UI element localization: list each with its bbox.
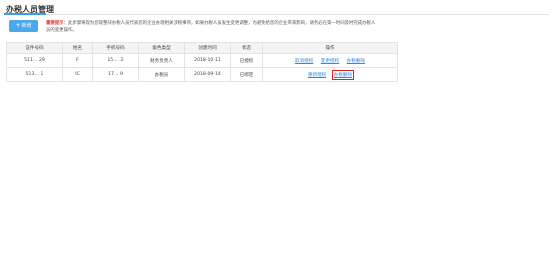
header-id-number: 证件号码 [6, 42, 63, 54]
cell-status: 已授权 [230, 53, 263, 68]
cell-role: 办税员 [138, 67, 185, 82]
add-taxpayer-button[interactable]: +新增 [9, 20, 38, 32]
header-role: 角色类型 [138, 42, 185, 54]
header-created: 创建时间 [184, 42, 231, 54]
important-notice: 重要提示：此步骤将现为您现整块办税人员代表您的企业办理相关涉税事项，如果办税人员… [46, 20, 376, 34]
delete-taxpayer-link[interactable]: 办税删除 [346, 57, 366, 65]
cell-operations: 取消授权 变更授权 办税删除 [262, 53, 398, 68]
title-divider [4, 13, 549, 15]
notice-text: 此步骤将现为您现整块办税人员代表您的企业办理相关涉税事项，如果办税人员发生变更调… [46, 21, 376, 33]
cell-id-number: 511… 29 [6, 53, 63, 68]
cell-name: F [62, 53, 93, 68]
cancel-authorization-link[interactable]: 取消授权 [294, 57, 314, 65]
header-name: 姓名 [62, 42, 93, 54]
delete-taxpayer-link[interactable]: 办税删除 [331, 69, 355, 80]
cell-created: 2018-10-11 [184, 53, 231, 68]
table-row: 511… 29 F 15… .2 财务负责人 2018-10-11 已授权 取消… [6, 53, 398, 68]
cell-phone: 15… .2 [92, 53, 139, 68]
change-authorization-link[interactable]: 变更授权 [320, 57, 340, 65]
cell-name: IC [62, 67, 93, 82]
header-operations: 操作 [262, 42, 398, 54]
cell-role: 财务负责人 [138, 53, 185, 68]
table-header-row: 证件号码 姓名 手机号码 角色类型 创建时间 状态 操作 [6, 42, 398, 54]
table-row: 513… 1 IC 17… 9 办税员 2018-09-14 已绑定 重新授权 … [6, 67, 398, 82]
cell-id-number: 513… 1 [6, 67, 63, 82]
add-button-label: 新增 [21, 23, 32, 29]
reauthorize-link[interactable]: 重新授权 [307, 71, 327, 79]
cell-created: 2018-09-14 [184, 67, 231, 82]
title-accent-bar [4, 13, 46, 15]
cell-phone: 17… 9 [92, 67, 139, 82]
header-status: 状态 [230, 42, 263, 54]
header-phone: 手机号码 [92, 42, 139, 54]
cell-operations: 重新授权 办税删除 [262, 67, 398, 82]
cell-status: 已绑定 [230, 67, 263, 82]
notice-label: 重要提示： [46, 21, 68, 26]
plus-icon: + [15, 22, 21, 29]
taxpayer-table: 证件号码 姓名 手机号码 角色类型 创建时间 状态 操作 511… 29 F 1… [6, 42, 398, 82]
